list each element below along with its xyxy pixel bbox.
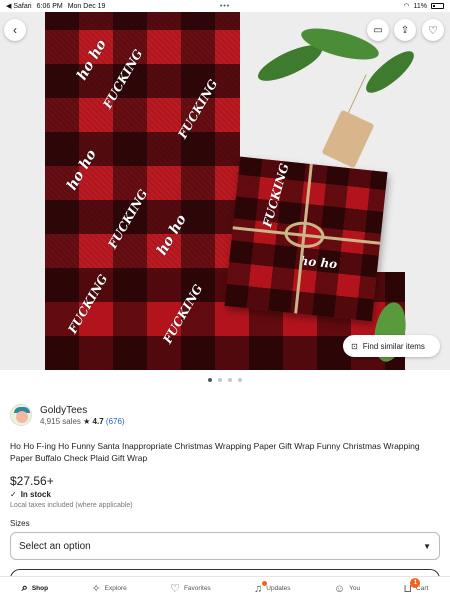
pagination-dot[interactable]	[238, 378, 242, 382]
sizes-label: Sizes	[10, 519, 30, 528]
shop-meta: 4,915 sales ★ 4.7 (676)	[40, 417, 125, 426]
find-similar-label: Find similar items	[362, 341, 425, 351]
shop-reviews-link[interactable]: (676)	[106, 417, 125, 426]
tab-label: Shop	[31, 585, 49, 592]
print-text: ho ho	[298, 253, 338, 272]
tax-note: Local taxes included (where applicable)	[10, 502, 133, 509]
share-button[interactable]: ⇪	[394, 19, 416, 41]
sizes-select-value: Select an option	[19, 540, 91, 552]
print-text: FUCKING	[260, 161, 292, 229]
bottom-tab-bar: ⌕ Shop ✧ Explore ♡ Favorites ♫ Updates ☺…	[0, 576, 450, 600]
battery-icon	[431, 3, 444, 9]
gift-tag	[321, 109, 375, 169]
person-icon: ☺	[333, 582, 346, 595]
find-similar-button[interactable]: ⊡ Find similar items	[343, 335, 440, 357]
shop-sales: 4,915 sales	[40, 416, 81, 426]
twine-bow	[283, 219, 326, 250]
tab-label: Favorites	[183, 585, 211, 592]
gift-box: FUCKING ho ho	[224, 156, 388, 322]
tab-cart[interactable]: ⊔ 1 Cart	[403, 578, 428, 595]
heart-icon: ♡	[428, 24, 438, 37]
tab-label: Explore	[104, 585, 127, 592]
image-pagination[interactable]	[0, 378, 450, 382]
tab-updates[interactable]: ♫ Updates	[254, 580, 291, 595]
favorite-button[interactable]: ♡	[422, 19, 444, 41]
shop-avatar[interactable]	[10, 404, 32, 426]
share-icon: ⇪	[400, 24, 410, 36]
avatar-face	[16, 411, 28, 423]
notification-dot	[262, 580, 268, 586]
listing-title: Ho Ho F-ing Ho Funny Santa Inappropriate…	[10, 441, 420, 463]
stock-label: In stock	[20, 490, 51, 499]
multitasking-dots-icon[interactable]: •••	[0, 3, 450, 10]
status-bar: ◀ Safari 6:06 PM Mon Dec 19 ••• ◠ 11%	[0, 0, 450, 12]
shop-name[interactable]: GoldyTees	[40, 405, 125, 416]
tab-you[interactable]: ☺ You	[334, 583, 360, 595]
stock-status: ✓ In stock	[10, 490, 51, 499]
back-button[interactable]: ‹	[4, 19, 26, 41]
heart-icon: ♡	[170, 583, 180, 595]
shop-info[interactable]: GoldyTees 4,915 sales ★ 4.7 (676)	[10, 404, 125, 426]
pagination-dot[interactable]	[208, 378, 212, 382]
listing-price: $27.56+	[10, 474, 54, 488]
chat-icon: ▭	[373, 24, 383, 36]
tab-explore[interactable]: ✧ Explore	[91, 582, 126, 595]
pagination-dot[interactable]	[228, 378, 232, 382]
tab-label: You	[349, 585, 361, 592]
tab-label: Updates	[266, 585, 291, 592]
sizes-select[interactable]: Select an option ▼	[10, 532, 440, 560]
tab-favorites[interactable]: ♡ Favorites	[170, 582, 211, 595]
chevron-left-icon: ‹	[13, 23, 17, 37]
pagination-dot[interactable]	[218, 378, 222, 382]
message-seller-button[interactable]: ▭	[367, 19, 389, 41]
caret-down-icon: ▼	[423, 541, 431, 551]
checkmark-icon: ✓	[10, 490, 17, 499]
sparkle-icon: ✧	[91, 583, 101, 595]
visual-search-icon: ⊡	[351, 341, 358, 351]
shop-rating: ★ 4.7	[83, 416, 104, 426]
product-image[interactable]: ho ho FUCKING FUCKING ho ho FUCKING ho h…	[0, 12, 450, 370]
bell-icon: ♫	[254, 582, 263, 595]
search-icon: ⌕	[21, 582, 28, 594]
tab-shop[interactable]: ⌕ Shop	[22, 582, 48, 595]
